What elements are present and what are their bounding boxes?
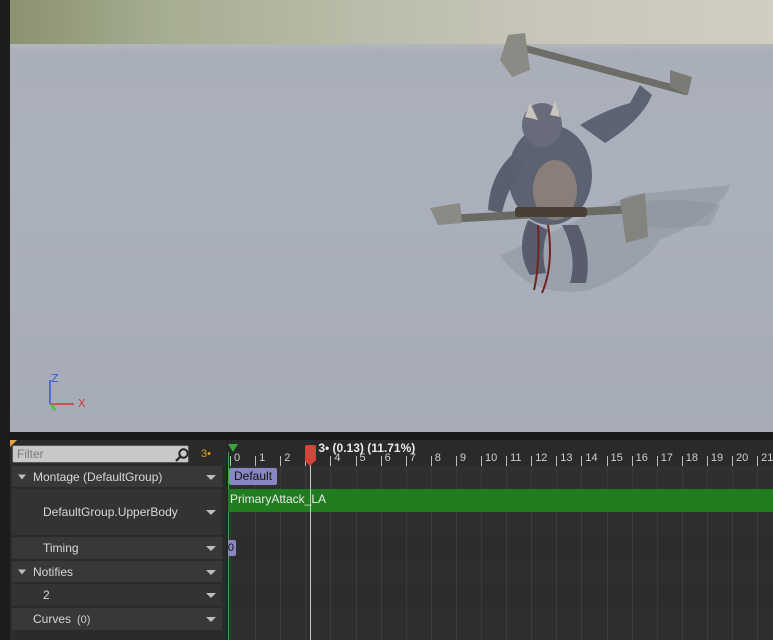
track-row-curves[interactable]: Curves (0) [12, 608, 222, 631]
axis-y-label: Y [50, 404, 56, 414]
axis-gizmo-lines [49, 380, 74, 411]
ruler-tick-mark [581, 456, 583, 466]
ruler-tick-label: 15 [610, 452, 623, 464]
ruler-tick-mark [706, 456, 708, 466]
ruler-tick-label: 11 [510, 452, 522, 464]
ruler-tick-label: 2 [284, 452, 291, 464]
dropdown-arrow-icon[interactable] [206, 593, 216, 598]
ruler-tick-mark [732, 456, 733, 466]
ruler-tick-label: 18 [685, 452, 699, 464]
filter-row: Filter 3• [10, 443, 226, 463]
dropdown-arrow-icon[interactable] [206, 510, 216, 515]
axis-x-label: X [78, 397, 86, 410]
ruler-tick-mark [757, 456, 759, 466]
timeline-area[interactable]: 0123456789101112131415161718192021 3• (0… [228, 440, 773, 640]
ruler-tick-mark [556, 456, 558, 466]
axis-gizmo: Z X Y [38, 372, 88, 417]
track-label: Montage (DefaultGroup) [33, 469, 163, 484]
character-preview [430, 33, 730, 294]
ruler-tick-label: 14 [585, 452, 598, 464]
start-marker-icon[interactable] [228, 444, 238, 452]
track-label: Curves (0) [33, 612, 90, 626]
frame-badge: 3• [201, 448, 211, 460]
axis-z-label: Z [51, 372, 59, 385]
track-label: Timing [43, 541, 79, 555]
dropdown-arrow-icon[interactable] [206, 546, 216, 551]
scrub-line [310, 461, 312, 640]
filter-input[interactable]: Filter [12, 445, 189, 463]
track-label: Notifies [33, 564, 74, 579]
track-label: 2 [43, 588, 50, 602]
ruler-tick-mark [506, 456, 508, 466]
track-row-slot[interactable]: DefaultGroup.UpperBody [12, 489, 222, 536]
ruler-tick-label: 17 [660, 452, 673, 464]
viewport-divider [10, 432, 773, 440]
animation-montage-editor: Z X Y Filter 3• Montage (DefaultGroup) D… [0, 0, 773, 640]
ruler-tick-mark [255, 456, 257, 466]
ruler-tick-mark [330, 456, 332, 466]
track-outliner: Filter 3• Montage (DefaultGroup) Default… [10, 440, 226, 640]
ruler-tick-label: 19 [710, 452, 724, 464]
dropdown-arrow-icon[interactable] [206, 474, 216, 480]
dropdown-arrow-icon[interactable] [206, 617, 216, 622]
ruler-tick-mark [355, 456, 357, 466]
ruler-tick-label: 21 [761, 452, 773, 464]
track-row-notifies[interactable]: Notifies [12, 561, 222, 583]
ruler-tick-label: 13 [560, 452, 573, 464]
left-edge [0, 0, 10, 640]
curves-count: (0) [77, 614, 91, 626]
ruler-tick-label: 8 [434, 452, 441, 464]
ruler-tick-label: 1 [259, 452, 266, 464]
scrub-handle[interactable] [305, 445, 317, 466]
ruler-tick-label: 9 [459, 452, 467, 464]
ruler-tick-label: 10 [485, 452, 498, 464]
montage-track-panel: Filter 3• Montage (DefaultGroup) Default… [10, 440, 773, 640]
ruler-tick-label: 0 [234, 452, 241, 464]
timing-marker[interactable]: 0 [228, 540, 236, 556]
search-icon[interactable] [174, 447, 190, 463]
ruler-tick-mark [430, 456, 432, 466]
ruler-tick-label: 12 [535, 452, 548, 464]
section-default[interactable]: Default [229, 468, 278, 485]
ruler-tick-mark [656, 456, 658, 466]
curves-label: Curves [33, 612, 72, 626]
track-row-notify-2[interactable]: 2 [12, 584, 222, 607]
ruler-tick-mark [230, 456, 231, 466]
ruler-tick-mark [481, 456, 482, 466]
ruler-tick-mark [631, 456, 633, 466]
track-label: DefaultGroup.UpperBody [43, 505, 178, 519]
collapse-caret-icon[interactable] [18, 474, 26, 479]
ruler-tick-mark [531, 456, 533, 466]
ruler-tick-mark [455, 456, 457, 466]
ruler-tick-label: 16 [635, 452, 648, 464]
track-row-montage[interactable]: Montage (DefaultGroup) [12, 466, 222, 488]
track-row-timing[interactable]: Timing [12, 537, 222, 560]
ruler-tick-mark [405, 456, 407, 466]
ruler-tick-mark [681, 456, 683, 466]
ruler-tick-mark [606, 456, 608, 466]
ruler-tick-mark [380, 456, 382, 466]
ruler-tick-label: 20 [736, 452, 749, 464]
collapse-caret-icon[interactable] [18, 569, 26, 574]
preview-viewport[interactable]: Z X Y [10, 0, 773, 432]
anim-segment-label: PrimaryAttack_LA [230, 492, 327, 506]
dropdown-arrow-icon[interactable] [206, 569, 216, 575]
scrub-position-text: 3• (0.13) (11.71%) [318, 441, 416, 455]
ruler-tick-mark [280, 456, 282, 466]
